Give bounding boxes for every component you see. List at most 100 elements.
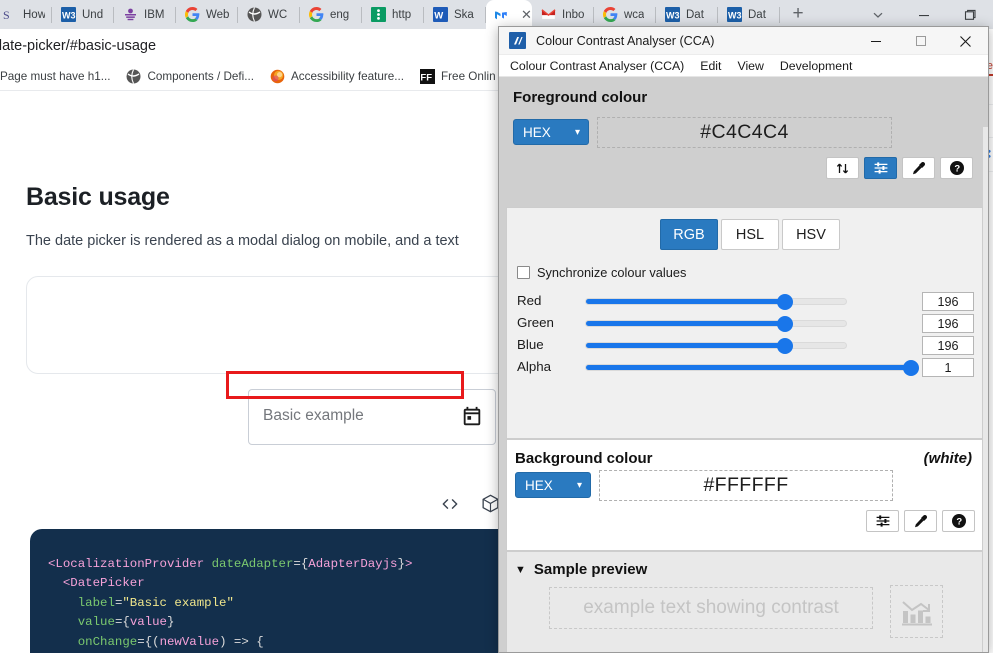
slider-track-alpha[interactable]: [585, 360, 919, 376]
slider-track-red[interactable]: [585, 294, 847, 310]
slider-value-alpha[interactable]: 1: [922, 358, 974, 377]
cca-minimize-icon[interactable]: [853, 27, 898, 55]
browser-tab-12[interactable]: W3 Dat: [718, 0, 780, 29]
browser-tab-4[interactable]: WC: [238, 0, 300, 29]
background-format-label: HEX: [525, 477, 553, 493]
slider-fill: [586, 365, 914, 370]
mode-hsv-button[interactable]: HSV: [782, 219, 840, 250]
highlight-outline-date-field: [226, 371, 464, 399]
slider-value-green[interactable]: 196: [922, 314, 974, 333]
bookmark-0[interactable]: Page must have h1...: [0, 65, 118, 89]
slider-track-blue[interactable]: [585, 338, 847, 354]
background-hex-input[interactable]: #FFFFFF: [599, 470, 893, 501]
menu-item-app[interactable]: Colour Contrast Analyser (CCA): [510, 59, 684, 73]
browser-tab-title: eng: [330, 8, 350, 21]
mode-hsl-button[interactable]: HSL: [721, 219, 779, 250]
foreground-eyedropper-button[interactable]: [902, 157, 935, 179]
foreground-hex-input[interactable]: #C4C4C4: [597, 117, 892, 148]
sample-text: example text showing contrast: [583, 597, 839, 618]
slider-value-green-text: 196: [937, 316, 959, 331]
w3c-icon: W3: [61, 7, 76, 22]
globe-icon: [247, 7, 262, 22]
background-eyedropper-button[interactable]: [904, 510, 937, 532]
synchronize-colour-values-row[interactable]: Synchronize colour values: [517, 265, 686, 280]
browser-tab-title: Ska: [454, 8, 474, 21]
menu-item-development[interactable]: Development: [780, 59, 852, 73]
svg-text:S: S: [3, 8, 10, 22]
sliders-icon: [873, 160, 889, 176]
mode-hsv-label: HSV: [796, 226, 826, 243]
slider-track-green[interactable]: [585, 316, 847, 332]
cca-maximize-icon[interactable]: [898, 27, 943, 55]
browser-window-controls: [855, 0, 993, 29]
mode-rgb-button[interactable]: RGB: [660, 219, 718, 250]
foreground-format-label: HEX: [523, 124, 551, 140]
bookmark-label: Free Onlin: [441, 70, 496, 83]
swap-colours-button[interactable]: [826, 157, 859, 179]
browser-tab-title: WC: [268, 8, 288, 21]
foreground-hex-value: #C4C4C4: [700, 121, 789, 143]
browser-tab-2[interactable]: IBM: [114, 0, 176, 29]
slider-thumb-blue[interactable]: [777, 338, 794, 354]
tab-close-icon[interactable]: ✕: [521, 8, 532, 21]
bookmark-label: Accessibility feature...: [291, 70, 405, 83]
colour-model-section: RGB HSL HSV Synchronize colour values Re…: [506, 207, 983, 439]
slider-thumb-green[interactable]: [777, 316, 794, 332]
browser-tab-0[interactable]: S How: [0, 0, 52, 29]
bookmark-1[interactable]: Components / Defi...: [118, 65, 262, 89]
cca-title-bar: Colour Contrast Analyser (CCA): [499, 27, 988, 55]
background-section: Background colour (white) HEX ▾ #FFFFFF: [506, 439, 983, 551]
menu-item-edit[interactable]: Edit: [700, 59, 721, 73]
cca-body: Foreground colour HEX ▾ #C4C4C4 ? RGB HS…: [499, 77, 988, 652]
cca-close-icon[interactable]: [943, 27, 988, 55]
slider-thumb-red[interactable]: [777, 294, 794, 310]
background-help-button[interactable]: ?: [942, 510, 975, 532]
browser-tab-7[interactable]: W Ska: [424, 0, 486, 29]
background-format-select[interactable]: HEX ▾: [515, 472, 591, 498]
slider-label-blue: Blue: [517, 337, 544, 352]
slider-value-blue[interactable]: 196: [922, 336, 974, 355]
foreground-sliders-button[interactable]: [864, 157, 897, 179]
browser-tab-3[interactable]: Web: [176, 0, 238, 29]
foreground-help-button[interactable]: ?: [940, 157, 973, 179]
address-bar[interactable]: date-picker/#basic-usage: [0, 29, 156, 63]
browser-tab-1[interactable]: W3 Und: [52, 0, 114, 29]
bookmark-2[interactable]: Accessibility feature...: [262, 65, 412, 89]
plus-icon: +: [792, 3, 804, 24]
eyedropper-icon: [911, 161, 926, 176]
firefox-icon: [270, 69, 285, 84]
help-icon: ?: [949, 160, 965, 176]
cca-window-controls: [853, 27, 988, 55]
browser-tab-9[interactable]: Inbo: [532, 0, 594, 29]
menu-item-view[interactable]: View: [737, 59, 763, 73]
browser-tab-10[interactable]: wca: [594, 0, 656, 29]
slider-value-red[interactable]: 196: [922, 292, 974, 311]
slider-thumb-alpha[interactable]: [902, 360, 919, 376]
browser-tab-active[interactable]: ✕: [486, 0, 532, 29]
slider-fill: [586, 343, 786, 348]
sample-graphic-preview: [890, 585, 943, 638]
page-title: Basic usage: [26, 183, 170, 211]
code-icon[interactable]: [440, 494, 460, 514]
foreground-section: Foreground colour HEX ▾ #C4C4C4 ?: [499, 77, 988, 207]
calendar-icon[interactable]: [461, 406, 483, 428]
bookmark-3[interactable]: FF Free Onlin: [412, 65, 504, 89]
browser-tab-6[interactable]: http: [362, 0, 424, 29]
w3c-icon: W3: [727, 7, 742, 22]
foreground-format-select[interactable]: HEX ▾: [513, 119, 589, 145]
restore-icon[interactable]: [947, 0, 993, 29]
browser-tabs: S How W3 Und IBM Web WC eng http W Ska ✕…: [0, 0, 780, 29]
cca-scrollbar[interactable]: [983, 127, 988, 652]
sample-preview-section: ▼ Sample preview example text showing co…: [506, 551, 983, 652]
background-sliders-button[interactable]: [866, 510, 899, 532]
svg-text:FF: FF: [420, 73, 432, 84]
browser-tab-11[interactable]: W3 Dat: [656, 0, 718, 29]
minimize-icon[interactable]: [901, 0, 947, 29]
slider-value-blue-text: 196: [937, 338, 959, 353]
cca-menu-bar: Colour Contrast Analyser (CCA) Edit View…: [499, 55, 988, 77]
synchronize-checkbox[interactable]: [517, 266, 530, 279]
sample-preview-header[interactable]: ▼ Sample preview: [515, 561, 647, 578]
browser-tab-5[interactable]: eng: [300, 0, 362, 29]
tab-search-chevron-down-icon[interactable]: [855, 0, 901, 29]
new-tab-button[interactable]: +: [784, 0, 812, 28]
